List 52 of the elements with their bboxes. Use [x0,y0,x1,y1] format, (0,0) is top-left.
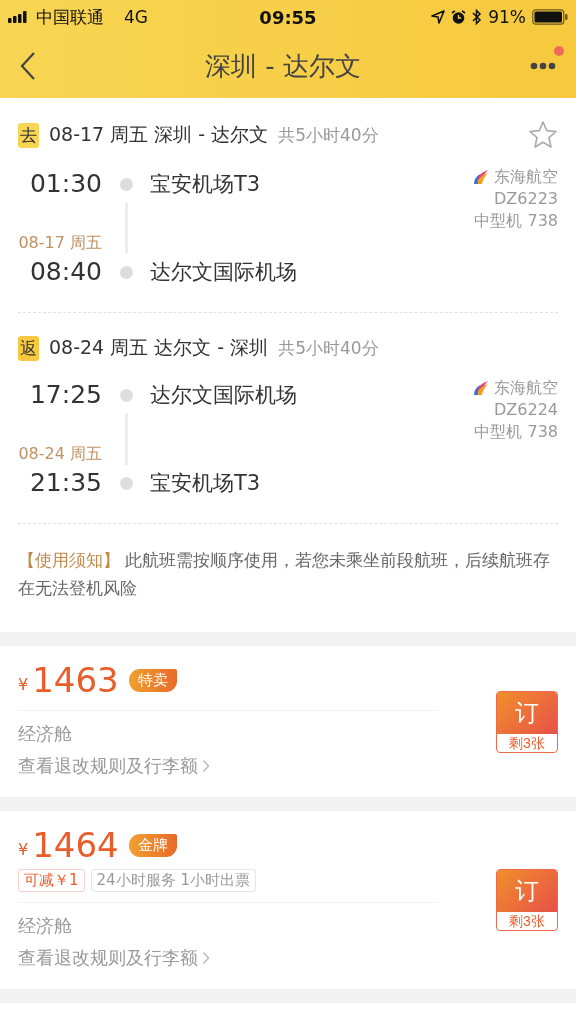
cabin-class: 经济舱 [18,914,72,938]
departure-airport: 宝安机场T3 [150,171,262,198]
fare-price: 1464 [32,825,119,865]
rules-link[interactable]: 查看退改规则及行李额 [18,749,210,783]
book-button[interactable]: 订 剩3张 [496,690,558,753]
aircraft-type: 中型机 738 [474,421,558,443]
arrival-date: 08-17 周五 [18,232,102,254]
departure-time: 01:30 [29,168,102,200]
signal-icon [8,11,30,23]
trip-date-route: 08-24 周五 达尔文 - 深圳 [49,335,269,360]
carrier-name: 中国联通 [36,5,104,29]
trip-duration: 共5小时40分 [278,123,379,147]
arrival-time: 08:40 [29,256,102,288]
aircraft-type: 中型机 738 [474,210,558,232]
location-icon [431,10,446,24]
fare-price: 1463 [32,660,119,700]
flight-number: DZ6223 [494,188,558,210]
notice-text: 【使用须知】 此航班需按顺序使用，若您未乘坐前段航班，后续航班存在无法登机风险 [18,549,552,600]
arrival-time: 21:35 [29,467,102,499]
airline-logo-icon [472,168,490,186]
cabin-class: 经济舱 [18,722,72,746]
airline-name: 东海航空 [494,166,558,188]
currency-symbol: ¥ [18,839,29,859]
status-time: 09:55 [259,6,317,28]
alarm-icon [451,9,467,25]
rules-link[interactable]: 查看退改规则及行李额 [18,941,210,975]
battery-icon [532,9,568,25]
currency-symbol: ¥ [18,674,29,694]
departure-time: 17:25 [29,379,102,411]
page-title: 深圳 - 达尔文 [205,49,361,83]
trip-badge: 去 [18,122,39,148]
trip-date-route: 08-17 周五 深圳 - 达尔文 [49,122,269,147]
fare-tag: 金牌 [128,833,177,857]
battery-percent: 91% [488,7,526,27]
departure-airport: 达尔文国际机场 [150,382,298,409]
book-button[interactable]: 订 剩3张 [496,869,558,931]
chevron-icon [202,759,210,773]
arrival-airport: 达尔文国际机场 [150,259,298,286]
arrival-date: 08-24 周五 [18,443,102,465]
chevron-icon [202,951,210,965]
flight-number: DZ6224 [494,399,558,421]
perk-tag: 24小时服务 1小时出票 [90,869,256,892]
trip-duration: 共5小时40分 [278,336,379,360]
airline-logo-icon [472,379,490,397]
arrival-airport: 宝安机场T3 [150,470,262,497]
trip-badge: 返 [18,335,39,361]
bluetooth-icon [472,9,483,25]
fare-tag: 特卖 [128,668,177,692]
network-type: 4G [124,7,148,27]
perk-tag: 可减￥1 [18,869,85,892]
airline-name: 东海航空 [494,377,558,399]
star-icon[interactable] [528,120,558,150]
